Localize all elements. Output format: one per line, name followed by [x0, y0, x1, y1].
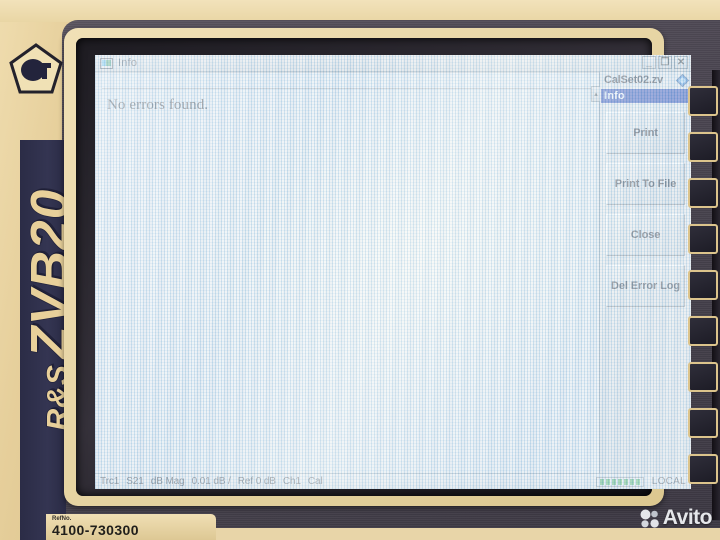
hardkey-8[interactable] [688, 408, 718, 438]
window-body: No errors found. ▴ CalSet02.zv Info Prin… [95, 72, 691, 473]
hardkey-2[interactable] [688, 132, 718, 162]
hardkey-5[interactable] [688, 270, 718, 300]
led-segment [623, 478, 628, 485]
status-bar: Trc1 S21 dB Mag 0.01 dB / Ref 0 dB Ch1 C… [95, 473, 691, 489]
refno-value: 4100-730300 [52, 522, 139, 538]
led-segment [599, 478, 604, 485]
display-monitor-icon [100, 57, 113, 69]
window-controls: _ ❐ ✕ [642, 56, 688, 69]
pane-divider [102, 88, 599, 89]
status-format: dB Mag [150, 476, 185, 487]
instrument-photo: R&S ZVB20 Info _ ❐ ✕ No errors found. ▴ … [0, 0, 720, 540]
segment-indicator [595, 476, 644, 487]
del-error-log-button[interactable]: Del Error Log [606, 265, 685, 307]
status-trace: Trc1 [100, 476, 120, 487]
blue-diamond-icon [675, 73, 690, 87]
status-scale: 0.01 dB / [191, 476, 231, 487]
panel-collapse-toggle[interactable]: ▴ [591, 86, 600, 102]
print-to-file-button[interactable]: Print To File [606, 163, 685, 205]
info-application-window: Info _ ❐ ✕ No errors found. ▴ CalSet02.z… [95, 55, 691, 489]
status-right-group: LOCAL [595, 476, 686, 487]
front-panel-top [0, 0, 720, 22]
led-segment [629, 478, 634, 485]
status-reference: Ref 0 dB [237, 476, 276, 487]
error-log-pane: No errors found. [95, 72, 599, 473]
close-button[interactable]: ✕ [674, 56, 688, 69]
softkey-list: Print Print To File Close Del Error Log [600, 103, 691, 313]
error-log-message: No errors found. [107, 97, 209, 113]
led-segment [617, 478, 622, 485]
close-button-softkey[interactable]: Close [606, 214, 685, 256]
hardkey-3[interactable] [688, 178, 718, 208]
hardkey-column [680, 86, 720, 506]
calset-label: CalSet02.zv [604, 74, 663, 86]
window-title: Info [118, 57, 138, 69]
led-segment [611, 478, 616, 485]
softkey-panel: ▴ CalSet02.zv Info Print Print To File C… [591, 72, 691, 473]
minimize-button[interactable]: _ [642, 56, 656, 69]
status-channel: Ch1 [282, 476, 301, 487]
window-titlebar[interactable]: Info _ ❐ ✕ [95, 55, 691, 72]
lcd-screen: Info _ ❐ ✕ No errors found. ▴ CalSet02.z… [95, 55, 691, 489]
calset-row[interactable]: CalSet02.zv [600, 72, 691, 88]
hardkey-7[interactable] [688, 362, 718, 392]
led-segment [635, 478, 640, 485]
hardkey-9[interactable] [688, 454, 718, 484]
restore-button[interactable]: ❐ [658, 56, 672, 69]
led-segment [605, 478, 610, 485]
softkey-section-header: Info [601, 89, 690, 103]
print-button[interactable]: Print [606, 112, 685, 154]
status-sparameter: S21 [126, 476, 144, 487]
hardkey-6[interactable] [688, 316, 718, 346]
avito-wordmark: Avito [662, 506, 713, 529]
reference-number-plate: RefNo. 4100-730300 [46, 514, 216, 540]
status-cal: Cal [307, 476, 323, 487]
avito-watermark: Avito [640, 506, 713, 530]
trace-status-group: Trc1 S21 dB Mag 0.01 dB / Ref 0 dB Ch1 C… [100, 476, 323, 487]
hardkey-1[interactable] [688, 86, 718, 116]
avito-dots-icon [640, 509, 659, 528]
hardkey-4[interactable] [688, 224, 718, 254]
